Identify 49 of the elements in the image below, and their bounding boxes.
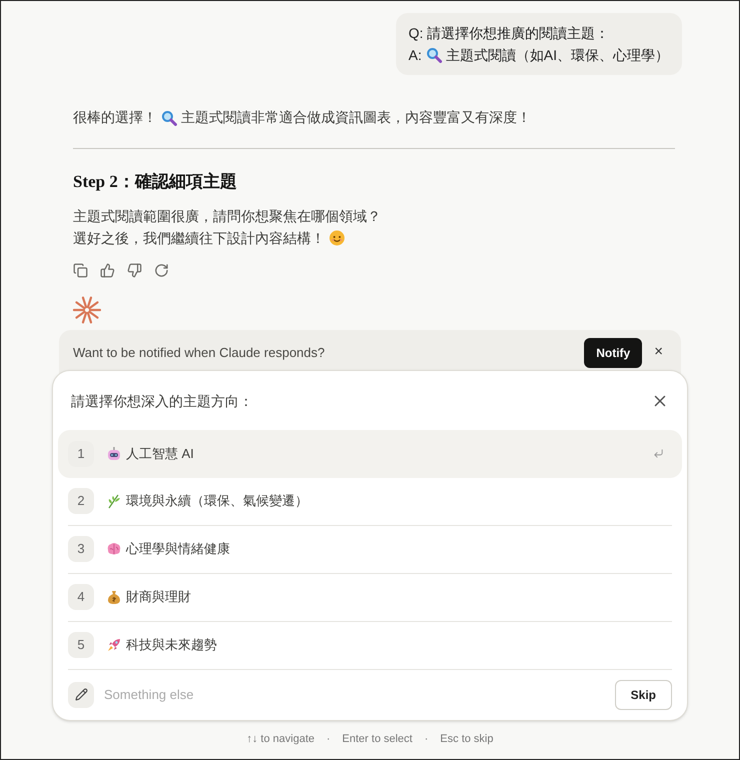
option-label: 人工智慧 AI: [126, 444, 195, 463]
close-button[interactable]: ×: [652, 341, 665, 364]
plant-icon: [106, 493, 122, 509]
reply-text: 很棒的選擇！: [73, 108, 157, 127]
sparkle-logo-icon: [73, 296, 101, 324]
question-text: Q: 請選擇你想推廣的閱讀主題：: [408, 24, 610, 43]
something-else-field[interactable]: Something else: [104, 684, 615, 704]
option-row[interactable]: 3 心理學與情緒健康: [68, 526, 672, 574]
brain-icon: [106, 541, 122, 557]
keyboard-hint: ↑↓ to navigate: [246, 732, 314, 746]
enter-key-icon: [653, 448, 664, 459]
option-number: 5: [68, 632, 94, 658]
money-bag-icon: [106, 589, 122, 605]
answer-text: 主題式閱讀（如AI、環保、心理學）: [446, 46, 669, 65]
copy-icon[interactable]: [73, 262, 88, 278]
separator-dot: ·: [424, 732, 428, 746]
option-row[interactable]: 4 財商與理財: [68, 574, 672, 622]
option-number: 2: [68, 488, 94, 514]
thumbs-down-icon[interactable]: [127, 262, 142, 278]
option-label: 心理學與情緒健康: [126, 540, 231, 558]
option-number: 3: [68, 536, 94, 562]
picker-title: 請選擇你想深入的主題方向：: [71, 392, 254, 410]
magnifier-icon: [426, 47, 442, 63]
retry-icon[interactable]: [154, 262, 169, 278]
reply-text: 選好之後，我們繼續往下設計內容結構！: [73, 228, 325, 248]
skip-button[interactable]: Skip: [614, 680, 672, 710]
keyboard-hint: Esc to skip: [440, 732, 494, 746]
notify-button[interactable]: Notify: [584, 338, 642, 368]
option-row[interactable]: 5 科技與未來趨勢: [68, 622, 672, 670]
notification-text: Want to be notified when Claude responds?: [73, 344, 326, 362]
option-label: 環境與永續（環保、氣候變遷）: [126, 492, 309, 510]
reply-text: 主題式閱讀範圍很廣，請問你想聚焦在哪個領域？: [73, 206, 381, 226]
smiley-icon: [329, 230, 345, 246]
option-number: 4: [68, 584, 94, 610]
keyboard-hint: Enter to select: [342, 732, 412, 746]
magnifier-icon: [161, 110, 177, 126]
robot-icon: [106, 446, 122, 462]
option-row[interactable]: 2 環境與永續（環保、氣候變遷）: [68, 478, 672, 526]
option-label: 科技與未來趨勢: [126, 636, 218, 654]
step-heading: Step 2：確認細項主題: [73, 171, 238, 193]
pencil-icon: [68, 682, 94, 708]
thumbs-up-icon[interactable]: [100, 262, 115, 278]
reply-text: 主題式閱讀非常適合做成資訊圖表，內容豐富又有深度！: [181, 108, 531, 127]
rocket-icon: [106, 637, 122, 653]
answer-label: A:: [408, 46, 422, 65]
option-number: 1: [68, 440, 94, 466]
option-row[interactable]: 1 人工智慧 AI: [58, 430, 682, 478]
option-label: 財商與理財: [126, 588, 192, 606]
separator-dot: ·: [326, 732, 330, 746]
